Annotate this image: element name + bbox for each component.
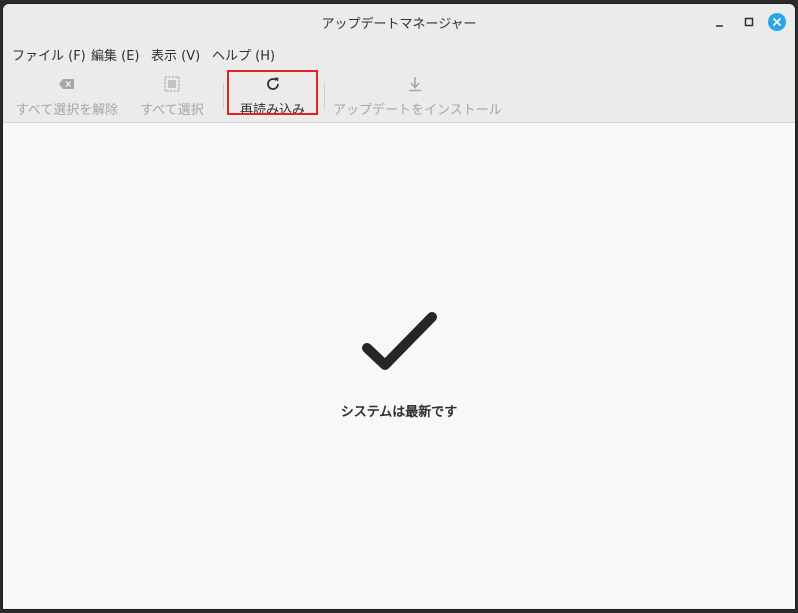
toolbar-separator [223, 83, 224, 109]
window-title: アップデートマネージャー [321, 17, 477, 32]
backspace-icon [59, 79, 74, 89]
toolbar-separator [324, 83, 325, 109]
install-updates-button[interactable]: アップデートをインストール [333, 66, 502, 122]
title-bar[interactable]: アップデートマネージャー [3, 4, 795, 40]
close-button[interactable] [767, 12, 787, 32]
close-icon [768, 13, 786, 31]
status-message: システムは最新です [340, 405, 458, 420]
menu-help[interactable]: ヘルプ (H) [212, 45, 275, 64]
menu-edit[interactable]: 編集 (E) [91, 45, 140, 64]
update-manager-window: アップデートマネージャー ファイル (F) 編集 (E) 表示 (V) ヘルプ … [3, 4, 795, 609]
maximize-button[interactable] [739, 12, 759, 32]
download-icon [409, 77, 421, 92]
menu-file[interactable]: ファイル (F) [12, 45, 86, 64]
checkmark-icon [362, 312, 437, 370]
clear-selection-button[interactable]: すべて選択を解除 [9, 66, 125, 122]
minimize-icon [716, 25, 723, 27]
main-content: システムは最新です [3, 123, 795, 609]
select-all-label: すべて選択 [140, 103, 204, 118]
select-all-icon [164, 76, 180, 92]
clear-selection-label: すべて選択を解除 [15, 103, 119, 118]
maximize-icon [744, 17, 754, 27]
toolbar: すべて選択を解除 すべて選択 再読み込み アップデートをインストール [3, 66, 795, 123]
install-updates-label: アップデートをインストール [333, 103, 502, 118]
select-all-button[interactable]: すべて選択 [133, 66, 211, 122]
menu-view[interactable]: 表示 (V) [151, 45, 200, 64]
minimize-button[interactable] [710, 12, 730, 32]
menu-bar: ファイル (F) 編集 (E) 表示 (V) ヘルプ (H) [3, 40, 795, 66]
refresh-highlight-box [227, 70, 318, 115]
